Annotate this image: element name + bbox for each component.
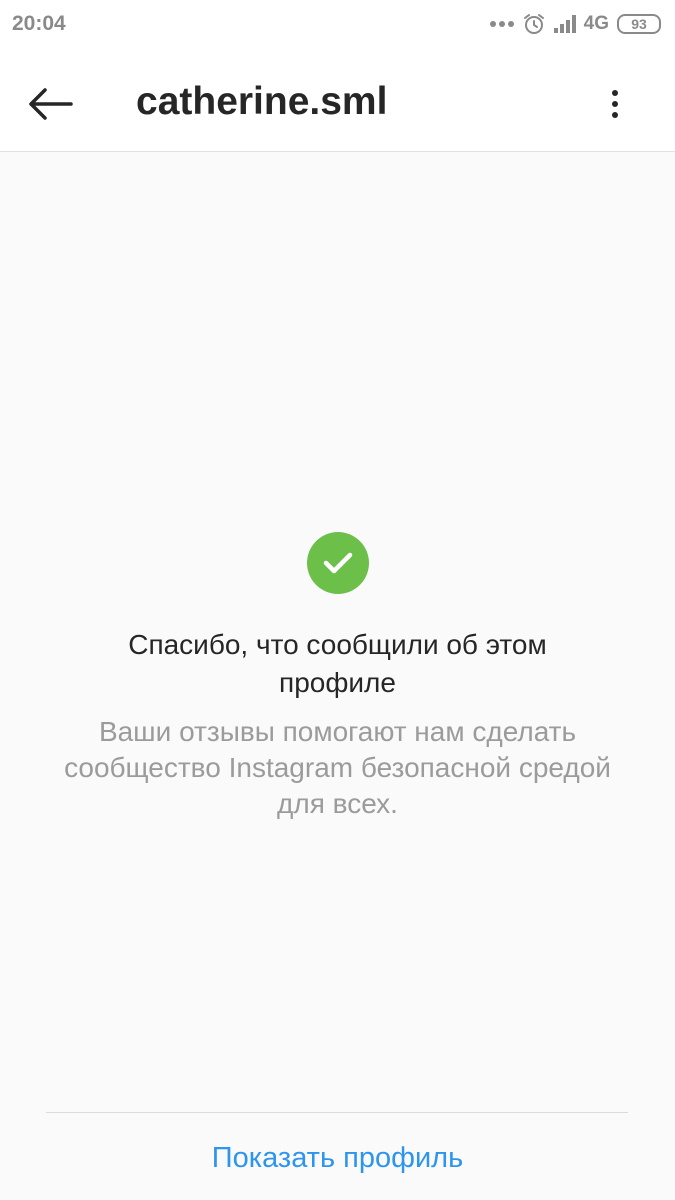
notification-dots-icon: [489, 21, 514, 27]
status-bar: 20:04 4G 93: [0, 0, 675, 48]
check-circle-icon: [306, 532, 369, 594]
battery-level: 93: [631, 16, 647, 32]
network-type: 4G: [583, 13, 609, 34]
app-bar: catherine.sml: [0, 48, 675, 152]
confirmation-title: Спасибо, что сообщили об этом профиле: [128, 629, 547, 698]
status-icons: 4G 93: [489, 12, 661, 36]
status-time: 20:04: [12, 12, 66, 35]
report-confirmation: Спасибо, что сообщили об этом профиле Ва…: [40, 532, 635, 822]
page-title: catherine.sml: [136, 80, 388, 123]
arrow-left-icon: [29, 88, 73, 120]
show-profile-button[interactable]: Показать профиль: [0, 1136, 675, 1180]
more-options-button[interactable]: [592, 76, 638, 132]
more-vertical-icon: [612, 90, 618, 118]
confirmation-description: Ваши отзывы помогают нам сделать сообщес…: [64, 716, 611, 819]
signal-icon: [553, 15, 576, 33]
divider: [46, 1112, 628, 1113]
alarm-icon: [523, 14, 544, 34]
back-button[interactable]: [22, 76, 78, 132]
battery-icon: 93: [617, 14, 661, 34]
